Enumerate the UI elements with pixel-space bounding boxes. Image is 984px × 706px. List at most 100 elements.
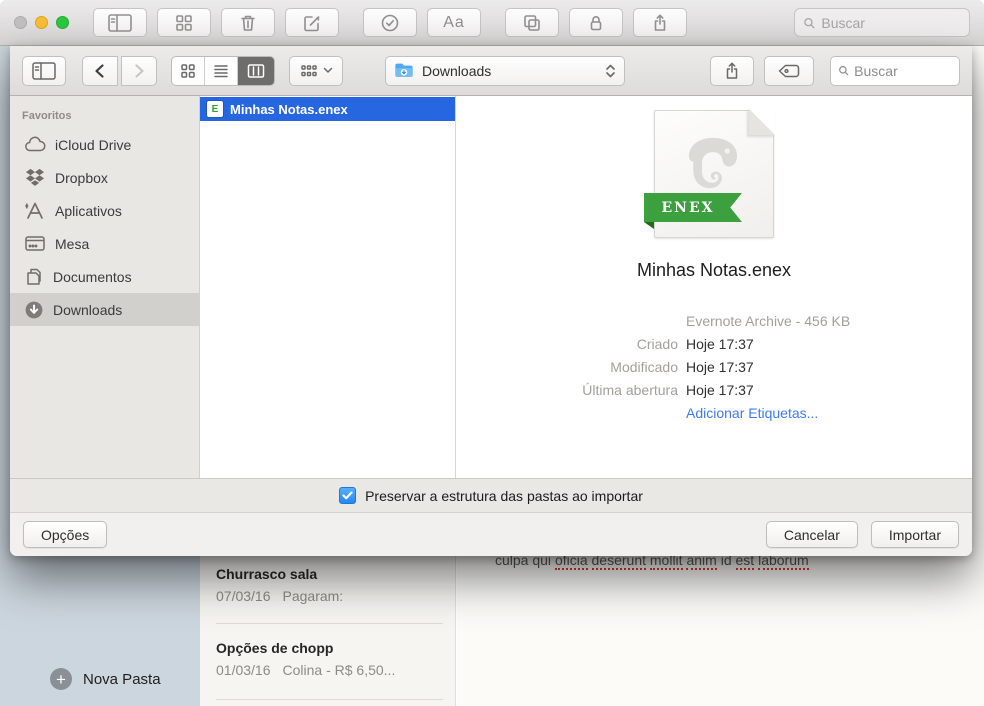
detail-label: Modificado [610, 359, 678, 375]
note-date: 01/03/16 [216, 662, 271, 678]
dialog-toolbar: Downloads [10, 46, 972, 96]
downloads-circle-icon [25, 301, 43, 318]
note-subtitle: 07/03/16 Pagaram: [216, 588, 441, 604]
icon-view-button[interactable] [172, 56, 205, 85]
sidebar-item-downloads[interactable]: Downloads [10, 293, 199, 326]
column-view-icon [247, 63, 265, 78]
delete-note-button[interactable] [221, 8, 275, 37]
sidebar-item-dropbox[interactable]: Dropbox [10, 161, 199, 194]
options-button[interactable]: Opções [23, 521, 108, 548]
view-mode-segmented-control [171, 55, 275, 86]
cancel-button[interactable]: Cancelar [765, 521, 858, 548]
note-subtitle: 01/03/16 Colina - R$ 6,50... [216, 662, 441, 678]
preview-file-name: Minhas Notas.enex [636, 260, 792, 280]
detail-value: Hoje 17:37 [686, 336, 754, 352]
divider [216, 623, 443, 624]
preserve-structure-label: Preservar a estrutura das pastas ao impo… [365, 487, 643, 504]
sidebar-item-label: Mesa [55, 235, 90, 252]
new-note-button[interactable] [285, 8, 339, 37]
duplicate-icon [524, 14, 540, 31]
close-button[interactable] [14, 16, 27, 29]
ribbon-fold [644, 222, 654, 229]
file-name: Minhas Notas.enex [230, 101, 348, 117]
dropbox-icon [25, 168, 45, 186]
duplicate-button[interactable] [505, 8, 559, 37]
import-dialog: Downloads Favoritos iCloud Drive [10, 46, 972, 556]
detail-label: Última abertura [582, 382, 678, 398]
note-title: Churrasco sala [216, 566, 318, 582]
enex-file-icon: ENEX [644, 109, 775, 238]
preserve-structure-checkbox[interactable] [339, 487, 357, 504]
sidebar-item-label: Dropbox [55, 169, 108, 186]
tags-button[interactable] [764, 55, 814, 86]
minimize-button[interactable] [35, 16, 48, 29]
cloud-icon [25, 136, 46, 151]
column-view-button[interactable] [238, 56, 274, 85]
card-view-button[interactable] [157, 8, 211, 37]
lock-button[interactable] [569, 8, 623, 37]
format-text-icon: Aa [443, 13, 465, 31]
grid-view-icon [176, 14, 192, 31]
new-folder-label: Nova Pasta [83, 670, 161, 688]
sidebar-panel-icon [108, 13, 132, 32]
file-row-selected[interactable]: E Minhas Notas.enex [200, 97, 455, 121]
format-button[interactable]: Aa [427, 8, 481, 37]
import-options-row: Preservar a estrutura das pastas ao impo… [10, 478, 972, 512]
sidebar-item-applications[interactable]: Aplicativos [10, 194, 199, 227]
sidebar-toggle-button[interactable] [93, 8, 147, 37]
list-item[interactable]: Churrasco sala 07/03/16 Pagaram: [216, 566, 441, 604]
sync-button[interactable] [363, 8, 417, 37]
sync-check-icon [381, 14, 399, 31]
search-icon [839, 66, 849, 76]
applications-icon [25, 202, 43, 219]
lock-icon [590, 15, 602, 30]
favorites-sidebar: Favoritos iCloud Drive Dropbox Aplicativ… [10, 96, 200, 478]
file-info-grid: Evernote Archive - 456 KB Criado Hoje 17… [526, 313, 902, 421]
chevron-left-icon [95, 63, 104, 78]
note-snippet: Pagaram: [282, 588, 344, 604]
arrange-grid-icon [300, 64, 317, 76]
detail-value: Hoje 17:37 [686, 359, 754, 375]
arrange-button[interactable] [289, 55, 343, 86]
sidebar-item-documents[interactable]: Documentos [10, 260, 199, 293]
location-label: Downloads [422, 62, 492, 79]
add-tags-link[interactable]: Adicionar Etiquetas... [686, 405, 902, 421]
sidebar-item-label: Documentos [53, 268, 132, 285]
check-icon [342, 491, 353, 500]
window-search-field[interactable] [794, 8, 970, 37]
search-icon [804, 17, 815, 28]
location-dropdown[interactable]: Downloads [385, 55, 625, 86]
enex-file-mini-icon: E [207, 101, 223, 117]
compose-icon [304, 15, 320, 31]
file-kind-size: Evernote Archive - 456 KB [686, 313, 851, 329]
forward-button[interactable] [121, 55, 157, 86]
sidebar-panel-icon [32, 61, 56, 80]
list-item[interactable]: Opções de chopp 01/03/16 Colina - R$ 6,50… [216, 640, 441, 678]
plus-icon: + [50, 668, 72, 690]
sidebar-item-label: iCloud Drive [55, 136, 132, 153]
desktop-icon [25, 236, 45, 251]
sidebar-section-header: Favoritos [22, 110, 72, 122]
note-snippet: Colina - R$ 6,50... [282, 662, 396, 678]
divider [216, 699, 443, 700]
import-button[interactable]: Importar [870, 521, 959, 548]
share-button[interactable] [633, 8, 687, 37]
dialog-search-field[interactable] [830, 55, 960, 86]
dialog-share-button[interactable] [710, 55, 754, 86]
window-search-input[interactable] [821, 14, 961, 31]
sidebar-item-icloud-drive[interactable]: iCloud Drive [10, 128, 199, 161]
tag-icon [778, 64, 800, 77]
downloads-folder-icon [395, 63, 413, 77]
dialog-button-bar: Opções Cancelar Importar [10, 512, 972, 556]
evernote-elephant-icon [688, 137, 738, 189]
sidebar-item-desktop[interactable]: Mesa [10, 227, 199, 260]
list-view-button[interactable] [205, 56, 238, 85]
sidebar-item-label: Aplicativos [55, 202, 122, 219]
zoom-button[interactable] [56, 16, 69, 29]
dialog-sidebar-toggle-button[interactable] [22, 55, 66, 86]
back-button[interactable] [82, 55, 118, 86]
share-icon [726, 62, 738, 79]
dialog-search-input[interactable] [854, 62, 952, 79]
new-folder-button[interactable]: + Nova Pasta [50, 668, 161, 690]
documents-icon [27, 268, 41, 285]
